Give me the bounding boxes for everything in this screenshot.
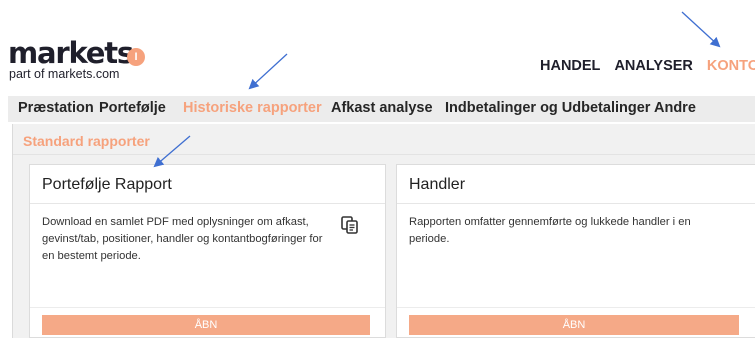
card-footer-divider bbox=[397, 307, 755, 308]
copy-docs-icon[interactable] bbox=[340, 215, 360, 235]
card-description: Rapporten omfatter gennemførte og lukked… bbox=[409, 216, 691, 245]
report-card-portfolio: Portefølje Rapport Download en samlet PD… bbox=[29, 164, 386, 338]
card-title: Handler bbox=[409, 176, 466, 193]
sub-nav-indbetalinger[interactable]: Indbetalinger og Udbetalinger bbox=[445, 100, 650, 116]
open-portfolio-report-button[interactable]: ÅBN bbox=[42, 315, 370, 335]
arrow-historiske-rapporter bbox=[248, 53, 288, 90]
top-nav: HANDEL ANALYSER KONTO bbox=[540, 58, 755, 74]
logo-wordmark: markets bbox=[8, 36, 134, 70]
card-footer-divider bbox=[30, 307, 385, 308]
sub-nav-afkast-analyse[interactable]: Afkast analyse bbox=[331, 100, 433, 116]
top-nav-analyser[interactable]: ANALYSER bbox=[614, 58, 692, 74]
sub-nav-andre[interactable]: Andre bbox=[654, 100, 696, 116]
logo-badge: I bbox=[127, 48, 145, 66]
open-trades-report-button[interactable]: ÅBN bbox=[409, 315, 739, 335]
card-divider bbox=[397, 203, 755, 204]
arrow-konto bbox=[681, 11, 721, 48]
card-title: Portefølje Rapport bbox=[42, 176, 172, 193]
markets-logo[interactable]: markets I part of markets.com bbox=[8, 36, 158, 86]
section-divider bbox=[13, 154, 755, 155]
sub-nav-historiske-rapporter[interactable]: Historiske rapporter bbox=[183, 100, 322, 116]
sub-nav: Præstation Portefølje Historiske rapport… bbox=[8, 96, 755, 122]
reports-panel: Standard rapporter Portefølje Rapport Do… bbox=[12, 124, 755, 338]
top-nav-handel[interactable]: HANDEL bbox=[540, 58, 600, 74]
card-description: Download en samlet PDF med oplysninger o… bbox=[42, 216, 323, 262]
report-card-trades: Handler Rapporten omfatter gennemførte o… bbox=[396, 164, 755, 338]
section-title: Standard rapporter bbox=[23, 133, 150, 149]
sub-nav-praestation[interactable]: Præstation bbox=[18, 100, 94, 116]
sub-nav-portefolje[interactable]: Portefølje bbox=[99, 100, 166, 116]
top-nav-konto[interactable]: KONTO bbox=[707, 58, 755, 74]
card-divider bbox=[30, 203, 385, 204]
logo-tagline: part of markets.com bbox=[9, 67, 120, 81]
